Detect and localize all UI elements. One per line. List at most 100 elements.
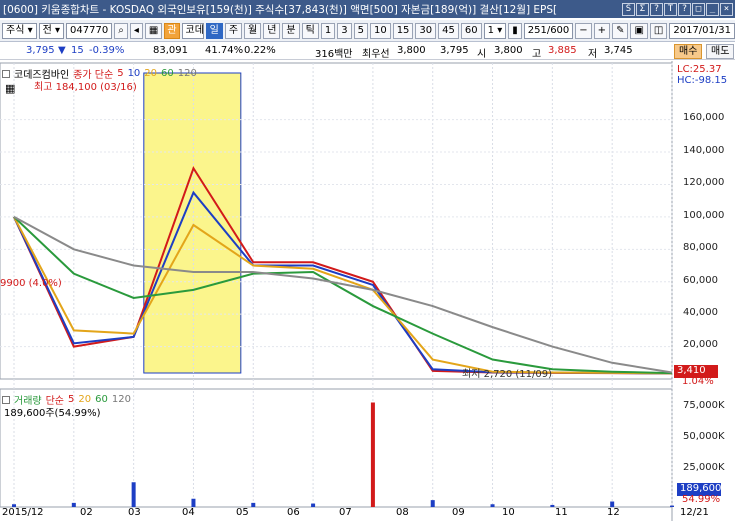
x-tick-label: 08 — [396, 507, 409, 518]
volume-bar — [670, 505, 674, 507]
period-tab-week[interactable]: 주 — [224, 22, 243, 39]
table-icon[interactable]: ▦ — [5, 82, 15, 95]
y-tick-label: 100,000 — [683, 210, 725, 221]
y-tick-label: 40,000 — [683, 307, 718, 318]
turnover-rate: 0.22% — [244, 45, 276, 56]
sigma-icon[interactable]: Σ — [636, 2, 649, 16]
y-tick-label: 160,000 — [683, 112, 725, 123]
calendar-pick-icon[interactable]: ◫ — [649, 22, 668, 39]
search-icon[interactable]: ⌕ — [114, 22, 128, 39]
x-tick-label: 05 — [236, 507, 249, 518]
interval-15[interactable]: 15 — [392, 22, 414, 39]
best-ask-label: 최우선 — [362, 49, 390, 60]
info-icon[interactable]: ? — [678, 2, 691, 16]
interval-1[interactable]: 1 — [320, 22, 336, 39]
legend-ma-120: 120 — [177, 68, 197, 79]
price-change-pct: -0.39% — [89, 45, 125, 56]
high-price: 3,885 — [548, 45, 577, 56]
chevron-down-icon: ▾ — [27, 24, 33, 36]
trade-volume: 83,091 — [153, 45, 188, 56]
chart-type-icon[interactable]: ▮ — [508, 22, 522, 39]
code-value: 047770 — [70, 24, 109, 36]
period-select-label: 전 — [42, 24, 52, 36]
legend-ma-20: 20 — [144, 68, 158, 79]
volume-bar — [251, 502, 256, 507]
chart-toolbar: 주식 ▾ 전 ▾ 047770 ⌕ ◂ ▦ 관 코데즈컴바인 일 주 월 년 분… — [0, 20, 735, 42]
legend-vol-ma-120: 120 — [111, 394, 131, 405]
chevron-down-icon: ▾ — [497, 24, 503, 36]
interval-30[interactable]: 30 — [415, 22, 437, 39]
count-select[interactable]: 1 ▾ — [483, 22, 507, 39]
low-price: 3,745 — [604, 45, 633, 56]
volume-bar — [490, 504, 495, 507]
period-tab-day[interactable]: 일 — [205, 22, 223, 39]
open-label: 시 — [477, 49, 487, 60]
window-titlebar: [0600] 키움종합차트 - KOSDAQ 외국인보유[159(천)] 주식수… — [0, 0, 735, 18]
chart-svg[interactable] — [0, 61, 735, 531]
code-input[interactable]: 047770 — [66, 22, 113, 39]
current-price: 3,795 — [26, 45, 55, 56]
period-select[interactable]: 전 ▾ — [38, 22, 65, 39]
interval-10[interactable]: 10 — [369, 22, 391, 39]
lc-value: LC:25.37 — [677, 64, 722, 75]
interval-60[interactable]: 60 — [460, 22, 482, 39]
volume-bar — [191, 498, 196, 507]
y-tick-label: 25,000K — [683, 462, 725, 473]
volume-bar — [311, 503, 316, 507]
related-badge[interactable]: 관 — [164, 22, 180, 39]
type-select[interactable]: 주식 ▾ — [2, 22, 37, 39]
legend-ma-60: 60 — [161, 68, 174, 79]
text-icon[interactable]: T — [664, 2, 677, 16]
close-icon[interactable]: × — [720, 2, 733, 16]
down-arrow-icon: ▼ — [58, 45, 66, 56]
low-annotation: 최저 2,720 (11/09) — [462, 369, 553, 380]
checkbox-icon[interactable] — [2, 69, 10, 78]
volume-bar — [71, 502, 76, 507]
date-input[interactable]: 2017/01/31 — [669, 22, 735, 39]
zoom-in-icon[interactable]: + — [593, 22, 611, 39]
y-tick-label: 120,000 — [683, 177, 725, 188]
zoom-out-icon[interactable]: − — [575, 22, 592, 39]
period-tab-minute[interactable]: 분 — [282, 22, 300, 39]
x-tick-label: 03 — [128, 507, 141, 518]
x-tick-label: 12/21 — [680, 507, 709, 518]
volume-bar — [430, 500, 435, 507]
checkbox-icon[interactable] — [2, 395, 10, 404]
interval-3[interactable]: 3 — [337, 22, 352, 39]
x-tick-label: 02 — [80, 507, 93, 518]
y-tick-label: 60,000 — [683, 275, 718, 286]
high-label: 고 — [532, 49, 542, 60]
settings-icon[interactable]: ✎ — [612, 22, 629, 39]
interval-5[interactable]: 5 — [353, 22, 368, 39]
best-bid: 3,795 — [440, 45, 469, 56]
volume-bar — [370, 402, 375, 507]
period-tab-year[interactable]: 년 — [263, 22, 281, 39]
x-tick-label: 12 — [607, 507, 620, 518]
save-icon[interactable]: ▣ — [630, 22, 648, 39]
low-label: 저 — [588, 49, 598, 60]
count-select-value: 1 — [487, 24, 494, 36]
period-tab-month[interactable]: 월 — [244, 22, 262, 39]
y-tick-label: 20,000 — [683, 339, 718, 350]
window-title: [0600] 키움종합차트 - KOSDAQ 외국인보유[159(천)] 주식수… — [3, 3, 558, 16]
y-tick-label: 80,000 — [683, 242, 718, 253]
price-info-bar: 3,795 ▼ 15 -0.39% 83,091 41.74% 0.22% 31… — [0, 43, 735, 60]
maximize-icon[interactable]: □ — [692, 2, 705, 16]
range-display: 251/600 — [523, 22, 574, 39]
help-icon[interactable]: ? — [650, 2, 663, 16]
window-buttons: S Σ ? T ? □ _ × — [622, 2, 735, 16]
calendar-icon[interactable]: ▦ — [144, 22, 163, 39]
volume-bar — [131, 482, 136, 507]
prev-icon[interactable]: ◂ — [129, 22, 143, 39]
interval-45[interactable]: 45 — [438, 22, 459, 39]
x-tick-label: 11 — [555, 507, 568, 518]
sell-button[interactable]: 매도 — [706, 44, 735, 59]
s-icon[interactable]: S — [622, 2, 635, 16]
period-tab-tick[interactable]: 틱 — [301, 22, 319, 39]
volume-max-note: 189,600주(54.99%) — [4, 408, 101, 419]
highlight-region — [143, 72, 242, 374]
buy-button[interactable]: 매수 — [674, 44, 703, 59]
x-tick-label: 07 — [339, 507, 352, 518]
price-change: 15 — [71, 45, 84, 56]
minimize-icon[interactable]: _ — [706, 2, 719, 16]
